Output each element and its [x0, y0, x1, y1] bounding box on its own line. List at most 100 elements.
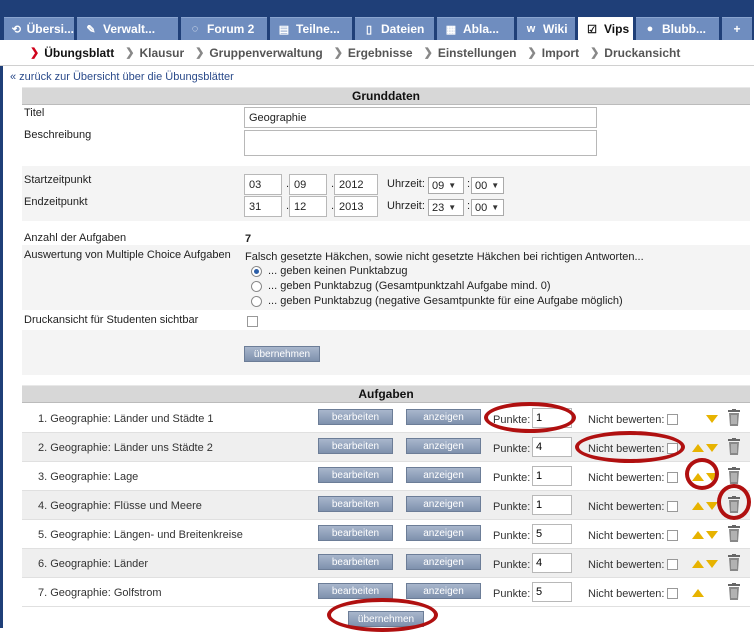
move-down-icon[interactable]: [706, 531, 718, 539]
trash-icon[interactable]: [728, 525, 740, 542]
subnav-druckansicht[interactable]: ❯ Druckansicht: [590, 46, 680, 60]
time-separator: :: [467, 200, 471, 212]
punkte-label: Punkte:: [493, 588, 531, 600]
trash-icon[interactable]: [728, 467, 740, 484]
subnav-uebungsblatt[interactable]: ❯ Übungsblatt: [30, 46, 114, 60]
move-up-icon[interactable]: [692, 589, 704, 597]
trash-icon[interactable]: [728, 583, 740, 600]
punkte-input[interactable]: [532, 437, 572, 457]
edit-task-button[interactable]: bearbeiten: [318, 583, 393, 599]
edit-task-button[interactable]: bearbeiten: [318, 438, 393, 454]
aufgaben-submit-button[interactable]: übernehmen: [348, 611, 424, 627]
trash-icon[interactable]: [728, 554, 740, 571]
move-down-icon[interactable]: [706, 444, 718, 452]
auswertung-option-3[interactable]: ... geben Punktabzug (negative Gesamtpun…: [251, 295, 623, 307]
start-day-input[interactable]: [244, 174, 282, 195]
edit-task-button[interactable]: bearbeiten: [318, 409, 393, 425]
tab-vips[interactable]: ☑ Vips: [578, 17, 633, 40]
show-task-button[interactable]: anzeigen: [406, 496, 481, 512]
tab-participants[interactable]: ▤ Teilne...: [270, 17, 352, 40]
end-year-input[interactable]: [334, 196, 378, 217]
punkte-input[interactable]: [532, 524, 572, 544]
show-task-button[interactable]: anzeigen: [406, 467, 481, 483]
end-minute-select[interactable]: 00 ▼: [471, 199, 504, 216]
move-down-icon[interactable]: [706, 502, 718, 510]
end-month-input[interactable]: [289, 196, 327, 217]
tab-admin[interactable]: ✎ Verwalt...: [77, 17, 178, 40]
titel-input[interactable]: [244, 107, 597, 128]
edit-task-button[interactable]: bearbeiten: [318, 554, 393, 570]
end-day-input[interactable]: [244, 196, 282, 217]
tab-blubber[interactable]: ● Blubb...: [636, 17, 719, 40]
end-hour-select[interactable]: 23 ▼: [428, 199, 464, 216]
edit-task-button[interactable]: bearbeiten: [318, 525, 393, 541]
overview-icon: ⟲: [11, 23, 21, 36]
druckansicht-checkbox[interactable]: [247, 316, 258, 327]
move-down-icon[interactable]: [706, 560, 718, 568]
punkte-input[interactable]: [532, 466, 572, 486]
start-hour-select[interactable]: 09 ▼: [428, 177, 464, 194]
start-minute-select[interactable]: 00 ▼: [471, 177, 504, 194]
trash-icon[interactable]: [728, 409, 740, 426]
chevron-right-icon: ❯: [195, 47, 205, 59]
plus-icon: +: [733, 22, 741, 36]
punkte-input[interactable]: [532, 495, 572, 515]
edit-task-button[interactable]: bearbeiten: [318, 496, 393, 512]
start-month-input[interactable]: [289, 174, 327, 195]
anzahl-label: Anzahl der Aufgaben: [24, 232, 127, 244]
nicht-bewerten-checkbox[interactable]: [667, 472, 678, 483]
show-task-button[interactable]: anzeigen: [406, 525, 481, 541]
punkte-input[interactable]: [532, 553, 572, 573]
radio-unselected[interactable]: [251, 295, 262, 307]
auswertung-label: Auswertung von Multiple Choice Aufgaben: [24, 249, 231, 261]
punkte-input[interactable]: [532, 582, 572, 602]
tab-schedule[interactable]: ▦ Abla...: [437, 17, 514, 40]
start-year-input[interactable]: [334, 174, 378, 195]
tab-overview[interactable]: ⟲ Übersi...: [4, 17, 74, 40]
subnav-gruppenverwaltung[interactable]: ❯ Gruppenverwaltung: [195, 46, 323, 60]
dropdown-arrow-icon: ▼: [448, 181, 457, 190]
beschreibung-textarea[interactable]: [244, 130, 597, 156]
move-up-icon[interactable]: [692, 560, 704, 568]
nicht-bewerten-checkbox[interactable]: [667, 443, 678, 454]
nicht-bewerten-label: Nicht bewerten:: [588, 501, 665, 513]
auswertung-text: Falsch gesetzte Häkchen, sowie nicht ges…: [245, 251, 644, 263]
auswertung-option-2[interactable]: ... geben Punktabzug (Gesamtpunktzahl Au…: [251, 280, 551, 292]
edit-task-button[interactable]: bearbeiten: [318, 467, 393, 483]
nicht-bewerten-checkbox[interactable]: [667, 559, 678, 570]
trash-icon[interactable]: [728, 496, 740, 513]
show-task-button[interactable]: anzeigen: [406, 583, 481, 599]
nicht-bewerten-checkbox[interactable]: [667, 530, 678, 541]
radio-selected[interactable]: [251, 265, 262, 277]
punkte-input[interactable]: [532, 408, 572, 428]
tab-forum[interactable]: ◌ Forum 2: [181, 17, 267, 40]
subnav-ergebnisse[interactable]: ❯ Ergebnisse: [334, 46, 413, 60]
grunddaten-submit-button[interactable]: übernehmen: [244, 346, 320, 362]
tab-wiki[interactable]: w Wiki: [517, 17, 575, 40]
tab-files[interactable]: ▯ Dateien: [355, 17, 434, 40]
nicht-bewerten-checkbox[interactable]: [667, 501, 678, 512]
punkte-label: Punkte:: [493, 443, 531, 455]
radio-unselected[interactable]: [251, 280, 262, 292]
subnav-klausur[interactable]: ❯ Klausur: [125, 46, 184, 60]
move-up-icon[interactable]: [692, 502, 704, 510]
subnav-import[interactable]: ❯ Import: [528, 46, 580, 60]
move-down-icon[interactable]: [706, 473, 718, 481]
move-up-icon[interactable]: [692, 531, 704, 539]
back-to-overview-link[interactable]: « zurück zur Übersicht über die Übungsbl…: [10, 71, 234, 83]
blubber-icon: ●: [646, 23, 654, 35]
wiki-icon: w: [526, 23, 536, 35]
move-down-icon[interactable]: [706, 415, 718, 423]
show-task-button[interactable]: anzeigen: [406, 438, 481, 454]
subnav-einstellungen[interactable]: ❯ Einstellungen: [424, 46, 517, 60]
start-uhrzeit-label: Uhrzeit:: [387, 178, 425, 190]
show-task-button[interactable]: anzeigen: [406, 554, 481, 570]
show-task-button[interactable]: anzeigen: [406, 409, 481, 425]
move-up-icon[interactable]: [692, 444, 704, 452]
nicht-bewerten-checkbox[interactable]: [667, 588, 678, 599]
auswertung-option-1[interactable]: ... geben keinen Punktabzug: [251, 265, 407, 277]
tab-add[interactable]: +: [722, 17, 752, 40]
trash-icon[interactable]: [728, 438, 740, 455]
nicht-bewerten-checkbox[interactable]: [667, 414, 678, 425]
move-up-icon[interactable]: [692, 473, 704, 481]
